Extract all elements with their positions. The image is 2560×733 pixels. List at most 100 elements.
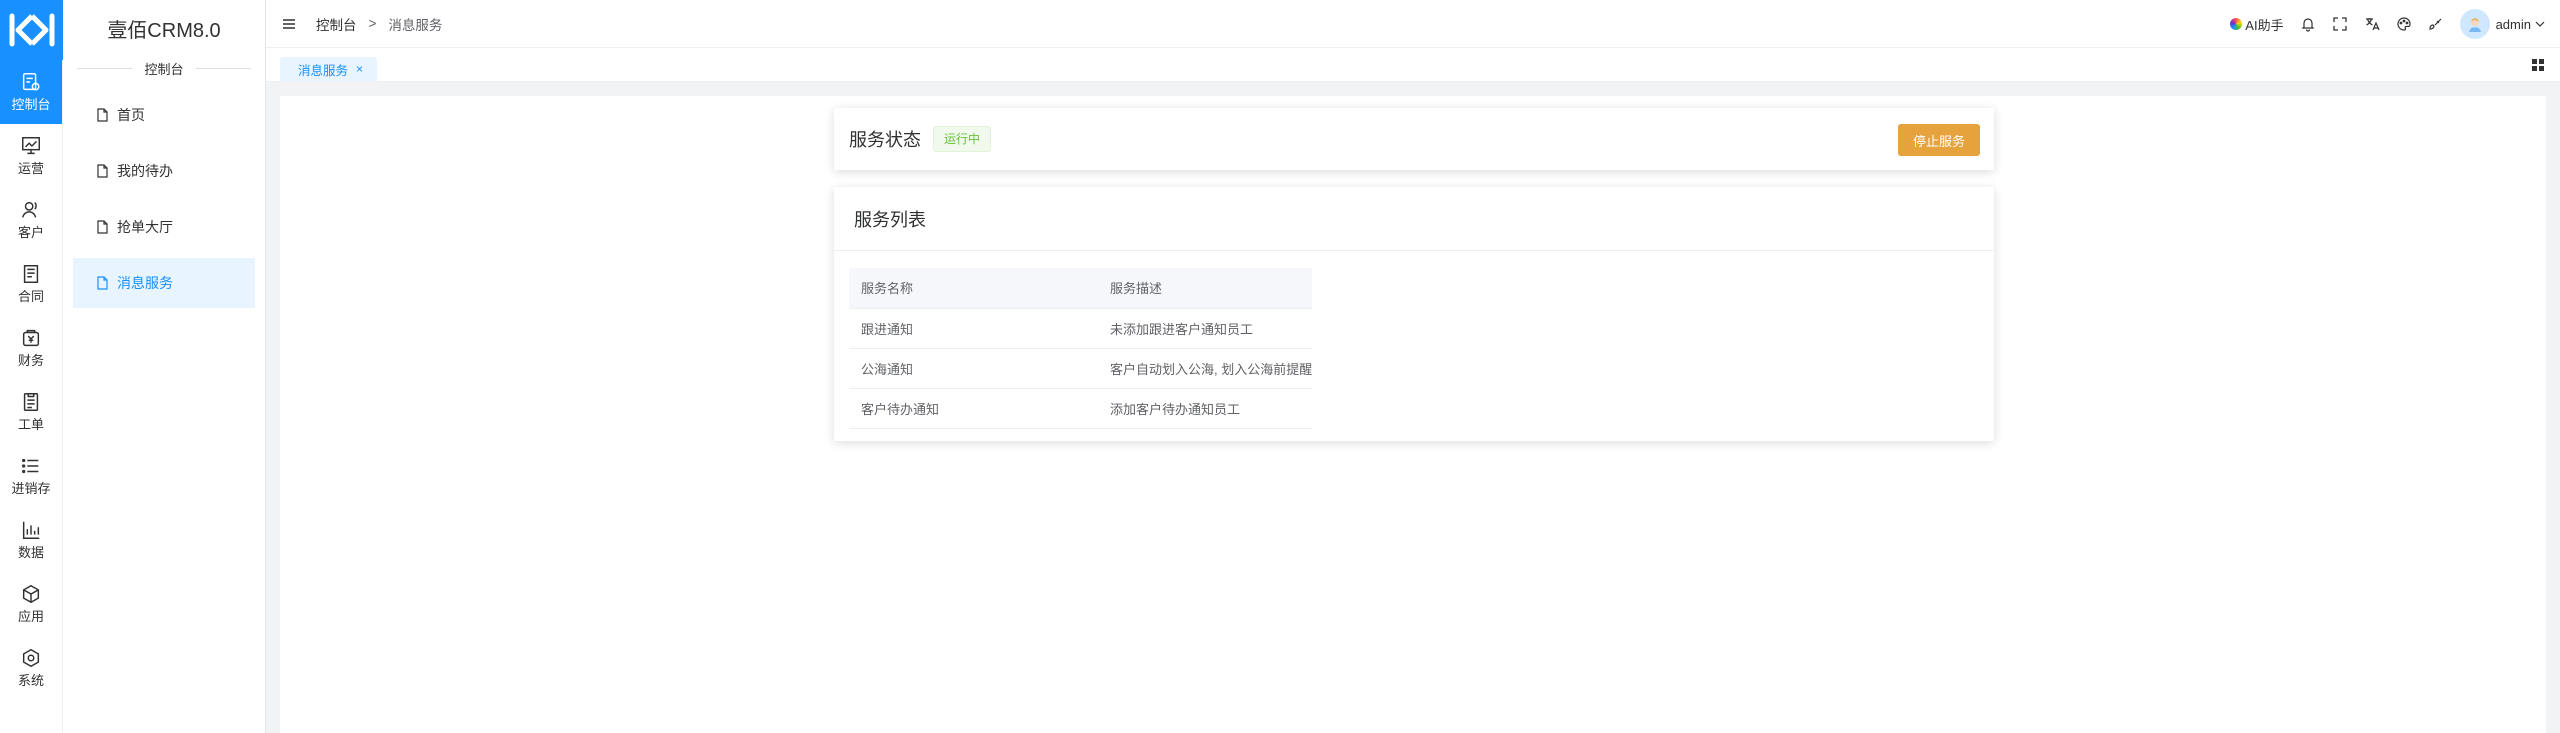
service-list-title: 服务列表 xyxy=(834,187,1994,251)
top-header: 控制台 > 消息服务 AI助手 admin xyxy=(266,0,2560,48)
sidebar-item-order-hall[interactable]: 抢单大厅 xyxy=(73,202,255,252)
status-badge: 运行中 xyxy=(933,126,992,152)
table-row[interactable]: 公海通知 客户自动划入公海, 划入公海前提醒 xyxy=(849,348,1313,389)
table-row[interactable]: 客户待办通知 添加客户待办通知员工 xyxy=(849,388,1313,429)
notification-button[interactable] xyxy=(2300,16,2316,32)
sidebar-item-message-service[interactable]: 消息服务 xyxy=(73,258,255,308)
fullscreen-button[interactable] xyxy=(2332,16,2348,32)
avatar xyxy=(2459,9,2490,39)
rail-label: 合同 xyxy=(17,289,44,304)
user-menu[interactable]: admin xyxy=(2459,9,2546,39)
close-icon[interactable]: × xyxy=(356,62,363,76)
rail-item-apps[interactable]: 应用 xyxy=(0,572,62,636)
stop-service-button[interactable]: 停止服务 xyxy=(1897,124,1980,156)
rail-item-data[interactable]: 数据 xyxy=(0,508,62,572)
rail-item-dashboard[interactable]: 控制台 xyxy=(0,60,62,124)
rail-item-system[interactable]: 系统 xyxy=(0,636,62,700)
tab-message-service[interactable]: 消息服务 × xyxy=(280,57,378,81)
palette-icon xyxy=(2396,17,2411,31)
dashboard-icon xyxy=(22,73,40,91)
user-icon xyxy=(22,201,37,218)
grid-icon[interactable] xyxy=(2530,57,2546,73)
tab-label: 消息服务 xyxy=(298,63,349,78)
column-header-description: 服务描述 xyxy=(1098,268,1313,309)
sub-sidebar: 壹佰CRM8.0 控制台 首页 我的待办 抢单大厅 消息服务 xyxy=(63,0,266,733)
translate-icon xyxy=(2365,18,2380,31)
service-name-cell: 公海通知 xyxy=(849,348,1098,389)
rail-label: 控制台 xyxy=(11,97,51,112)
brush-icon xyxy=(2428,18,2442,30)
sidebar-item-todo[interactable]: 我的待办 xyxy=(73,146,255,196)
fullscreen-icon xyxy=(2332,17,2347,31)
rail-label: 财务 xyxy=(17,353,44,368)
user-name: admin xyxy=(2495,16,2531,32)
rail-label: 应用 xyxy=(17,609,44,624)
content-panel: 服务状态 运行中 停止服务 服务列表 服务名称 服务描述 跟进通知 未添加跟进客… xyxy=(280,96,2546,733)
sidebar-item-label: 我的待办 xyxy=(117,163,173,179)
ai-assistant-label: AI助手 xyxy=(2245,17,2284,33)
rail-item-ticket[interactable]: 工单 xyxy=(0,380,62,444)
service-description-cell: 客户自动划入公海, 划入公海前提醒 xyxy=(1098,348,1313,389)
column-header-name: 服务名称 xyxy=(849,268,1098,309)
theme-button[interactable] xyxy=(2396,16,2412,32)
avatar-icon xyxy=(2468,18,2481,32)
rail-item-operations[interactable]: 运营 xyxy=(0,124,62,188)
sidebar-section-title: 控制台 xyxy=(63,56,265,80)
bell-icon xyxy=(2301,18,2315,32)
sidebar-item-home[interactable]: 首页 xyxy=(73,90,255,140)
breadcrumb: 控制台 > 消息服务 xyxy=(316,14,442,34)
tabs-bar: 消息服务 × xyxy=(266,48,2560,82)
finance-icon xyxy=(22,329,40,347)
list-icon xyxy=(22,458,39,474)
rail-item-customer[interactable]: 客户 xyxy=(0,188,62,252)
hexagon-icon xyxy=(22,648,40,668)
contract-icon xyxy=(23,265,39,283)
menu-toggle-button[interactable] xyxy=(282,14,302,34)
breadcrumb-item[interactable]: 控制台 xyxy=(316,14,357,34)
cube-icon xyxy=(22,584,40,604)
chevron-down-icon xyxy=(2535,21,2545,27)
ai-icon xyxy=(2230,18,2243,30)
main-nav-rail: 控制台 运营 客户 合同 财务 工单 进销存 数据 应用 系统 xyxy=(0,0,63,733)
service-status-title: 服务状态 xyxy=(849,130,921,150)
hamburger-icon xyxy=(283,18,295,29)
rail-item-inventory[interactable]: 进销存 xyxy=(0,444,62,508)
ticket-icon xyxy=(23,393,39,411)
service-list-card: 服务列表 服务名称 服务描述 跟进通知 未添加跟进客户通知员工 公海通知 客户自… xyxy=(834,187,1994,441)
logo-icon xyxy=(9,13,54,47)
table-row[interactable]: 跟进通知 未添加跟进客户通知员工 xyxy=(849,308,1313,349)
table-header-row: 服务名称 服务描述 xyxy=(849,268,1313,309)
rail-label: 工单 xyxy=(17,417,44,432)
app-logo[interactable] xyxy=(0,0,63,60)
chart-icon xyxy=(22,137,40,155)
service-status-card: 服务状态 运行中 停止服务 xyxy=(834,108,1994,170)
sidebar-item-label: 首页 xyxy=(117,107,145,123)
document-icon xyxy=(97,164,108,178)
service-table: 服务名称 服务描述 跟进通知 未添加跟进客户通知员工 公海通知 客户自动划入公海… xyxy=(849,268,1313,429)
breadcrumb-separator: > xyxy=(368,16,377,31)
language-button[interactable] xyxy=(2364,16,2380,32)
sidebar-menu: 首页 我的待办 抢单大厅 消息服务 xyxy=(63,90,265,308)
sidebar-item-label: 抢单大厅 xyxy=(117,219,173,235)
document-icon xyxy=(97,220,108,234)
ai-assistant-button[interactable]: AI助手 xyxy=(2230,15,2284,34)
skin-button[interactable] xyxy=(2428,16,2444,32)
service-name-cell: 客户待办通知 xyxy=(849,388,1098,429)
header-tools: AI助手 admin xyxy=(2214,0,2546,48)
rail-label: 客户 xyxy=(17,225,44,240)
breadcrumb-current: 消息服务 xyxy=(388,17,443,33)
rail-item-finance[interactable]: 财务 xyxy=(0,316,62,380)
app-brand: 壹佰CRM8.0 xyxy=(107,19,221,42)
rail-label: 进销存 xyxy=(11,481,51,496)
rail-label: 运营 xyxy=(17,161,44,176)
rail-label: 系统 xyxy=(17,673,44,688)
sidebar-item-label: 消息服务 xyxy=(117,275,173,291)
document-icon xyxy=(97,108,108,122)
rail-item-contract[interactable]: 合同 xyxy=(0,252,62,316)
bar-chart-icon xyxy=(22,521,40,539)
service-name-cell: 跟进通知 xyxy=(849,308,1098,349)
document-icon xyxy=(97,276,108,290)
service-description-cell: 未添加跟进客户通知员工 xyxy=(1098,308,1313,349)
service-description-cell: 添加客户待办通知员工 xyxy=(1098,388,1313,429)
rail-label: 数据 xyxy=(17,545,44,560)
